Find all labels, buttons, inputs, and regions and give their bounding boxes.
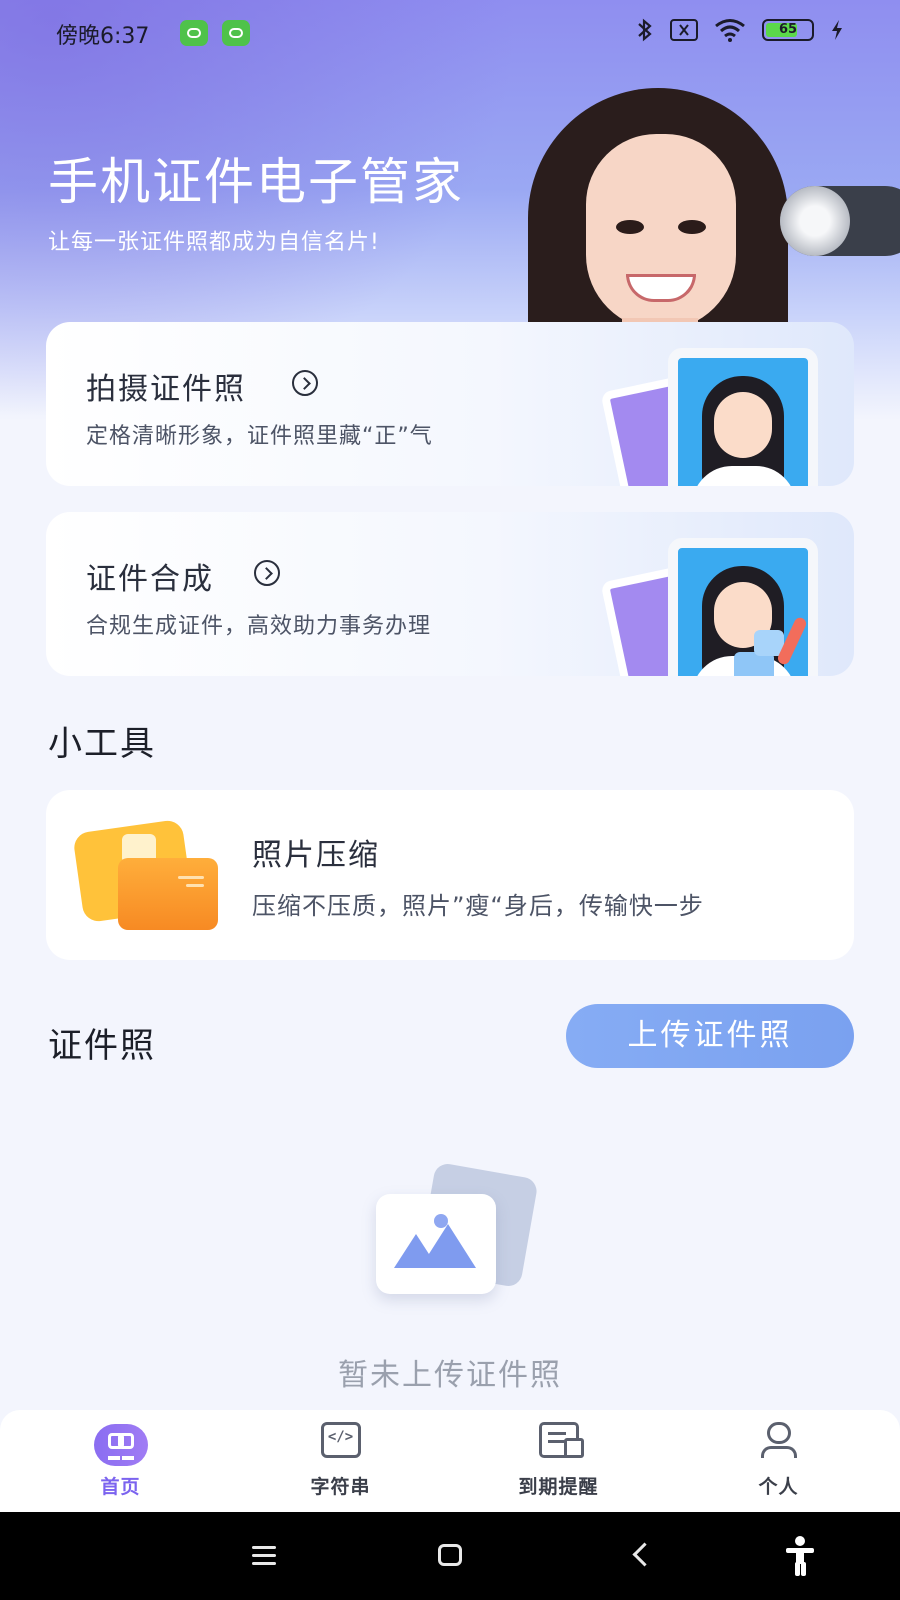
battery-level: 65: [778, 22, 798, 37]
tab-profile[interactable]: 个人: [666, 1410, 891, 1512]
tool-subtitle: 压缩不压质，照片”瘦“身后，传输快一步: [252, 892, 704, 920]
camera-image: [780, 186, 900, 256]
code-icon: [320, 1422, 361, 1458]
no-sim-icon: [670, 19, 698, 41]
id-photo-illustration: [586, 342, 826, 486]
upload-id-photo-button[interactable]: 上传证件照: [566, 1004, 854, 1068]
empty-state-text: 暂未上传证件照: [338, 1358, 562, 1393]
home-grid-icon: [93, 1424, 148, 1466]
chevron-right-circle-icon: [254, 560, 280, 586]
pencil-blocks-icon: [728, 615, 818, 676]
wechat-badge-icon: [180, 20, 208, 46]
folder-image-icon: [72, 818, 218, 930]
tab-label: 字符串: [310, 1476, 371, 1498]
back-button[interactable]: [600, 1512, 680, 1600]
tab-strings[interactable]: 字符串: [228, 1410, 453, 1512]
user-icon: [759, 1422, 799, 1458]
card-title: 拍摄证件照: [86, 372, 246, 407]
id-composite-card[interactable]: 证件合成 合规生成证件，高效助力事务办理: [46, 512, 854, 676]
tab-expiry-reminder[interactable]: 到期提醒: [446, 1410, 671, 1512]
id-composite-illustration: [586, 532, 826, 676]
tools-section-title: 小工具: [48, 724, 156, 764]
home-button[interactable]: [410, 1512, 490, 1600]
hero-subtitle: 让每一张证件照都成为自信名片!: [48, 230, 380, 255]
status-time: 傍晚6:37: [56, 24, 150, 49]
bottom-tab-bar: 首页 字符串 到期提醒 个人: [0, 1410, 900, 1512]
charging-icon: [832, 20, 842, 40]
photo-compress-card[interactable]: 照片压缩 压缩不压质，照片”瘦“身后，传输快一步: [46, 790, 854, 960]
take-id-photo-card[interactable]: 拍摄证件照 定格清晰形象，证件照里藏“正”气: [46, 322, 854, 486]
wifi-icon: [715, 19, 745, 42]
card-subtitle: 定格清晰形象，证件照里藏“正”气: [86, 424, 433, 449]
id-photos-section-title: 证件照: [48, 1026, 156, 1066]
tab-label: 到期提醒: [518, 1476, 599, 1498]
system-navigation-bar: [0, 1512, 900, 1600]
tab-label: 个人: [758, 1476, 799, 1498]
hero-title: 手机证件电子管家: [48, 153, 464, 211]
tab-home[interactable]: 首页: [8, 1410, 233, 1512]
chevron-right-circle-icon: [292, 370, 318, 396]
card-title: 证件合成: [86, 562, 214, 597]
accessibility-icon[interactable]: [760, 1512, 840, 1600]
tool-title: 照片压缩: [252, 838, 380, 873]
wechat-badge-icon: [222, 20, 250, 46]
battery-icon: 65: [762, 19, 814, 41]
card-subtitle: 合规生成证件，高效助力事务办理: [86, 614, 432, 639]
empty-image-icon: [376, 1161, 539, 1296]
bluetooth-icon: [638, 18, 652, 42]
recent-apps-button[interactable]: [224, 1512, 304, 1600]
tab-label: 首页: [100, 1476, 141, 1498]
document-reminder-icon: [538, 1422, 584, 1458]
status-bar: 傍晚6:37 65: [0, 0, 900, 64]
